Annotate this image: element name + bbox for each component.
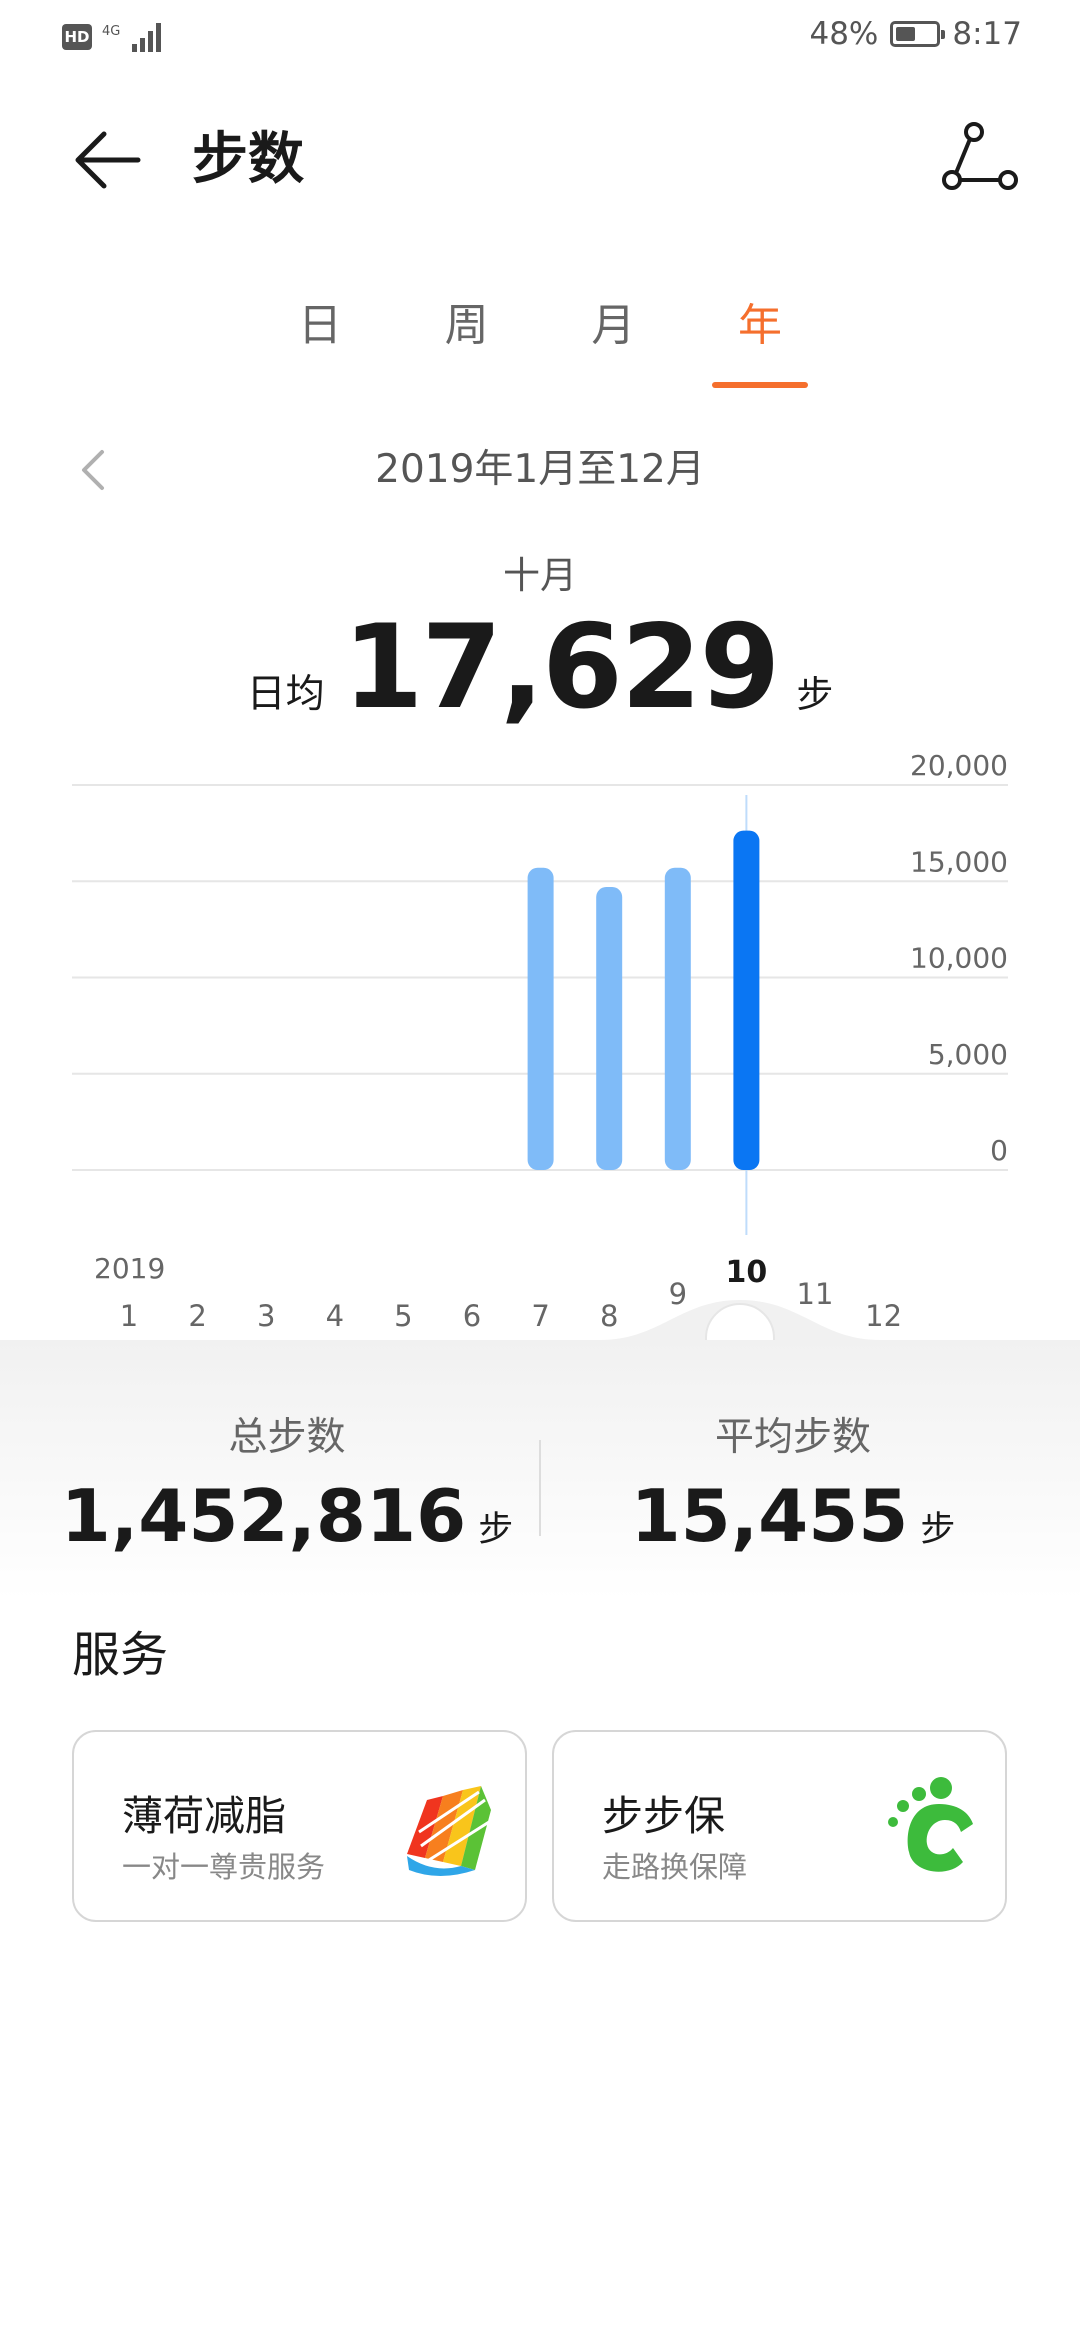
status-bar: HD 4G 48% 8:17 — [0, 0, 1080, 80]
x-tick-label: 6 — [463, 1299, 481, 1333]
back-button[interactable] — [70, 120, 150, 200]
chart-bar — [596, 887, 623, 1170]
service-card-subtitle: 一对一尊贵服务 — [122, 1850, 326, 1884]
year-label: 2019 — [94, 1252, 165, 1285]
daily-average-unit: 步 — [796, 673, 834, 716]
tab-week[interactable]: 周 — [417, 290, 517, 380]
battery-icon — [890, 21, 946, 47]
x-tick-label: 10 — [726, 1255, 768, 1290]
arrow-left-icon — [75, 131, 141, 189]
route-share-icon — [942, 122, 1018, 190]
average-steps-unit: 步 — [920, 1510, 956, 1550]
green-footprint-icon — [888, 1777, 973, 1872]
total-steps: 总步数 1,452,816 步 — [37, 1410, 537, 1558]
route-button[interactable] — [940, 120, 1020, 200]
tab-year[interactable]: 年 — [710, 290, 810, 388]
x-tick-label: 8 — [600, 1299, 618, 1333]
x-tick-label: 12 — [865, 1299, 902, 1333]
x-tick-label: 11 — [797, 1277, 834, 1311]
x-tick-label: 2 — [188, 1299, 206, 1333]
period-tabs: 日 周 月 年 — [270, 290, 810, 388]
y-tick-label: 10,000 — [910, 942, 1008, 975]
service-card-title: 薄荷减脂 — [122, 1792, 286, 1840]
total-steps-unit: 步 — [478, 1510, 514, 1550]
battery-percent: 48% — [809, 16, 879, 52]
chart-bar — [664, 867, 691, 1170]
total-steps-value: 1,452,816 — [60, 1474, 467, 1558]
chevron-left-icon — [82, 450, 104, 490]
x-tick-label: 1 — [120, 1299, 138, 1333]
period-range: 2019年1月至12月 — [375, 447, 705, 492]
page-title: 步数 — [192, 127, 304, 192]
average-steps-value: 15,455 — [630, 1474, 909, 1558]
chart-bar — [527, 867, 554, 1170]
previous-period-button[interactable] — [70, 440, 120, 500]
x-tick-label: 7 — [531, 1299, 549, 1333]
average-steps: 平均步数 15,455 步 — [543, 1410, 1043, 1558]
x-tick-label: 5 — [394, 1299, 412, 1333]
stats-divider — [539, 1440, 541, 1536]
tab-month[interactable]: 月 — [563, 290, 663, 380]
clock: 8:17 — [952, 16, 1022, 52]
service-card-bohe[interactable]: 薄荷减脂 一对一尊贵服务 — [72, 1730, 527, 1922]
daily-average: 日均 17,629 步 — [0, 600, 1080, 735]
y-tick-label: 15,000 — [910, 845, 1008, 878]
service-card-bububao[interactable]: 步步保 走路换保障 — [552, 1730, 1007, 1922]
service-card-subtitle: 走路换保障 — [602, 1850, 748, 1884]
x-tick-label: 9 — [669, 1277, 687, 1311]
average-steps-label: 平均步数 — [714, 1415, 871, 1460]
network-type: 4G — [102, 23, 121, 39]
hd-icon: HD — [62, 24, 92, 50]
daily-average-value: 17,629 — [342, 600, 781, 735]
daily-average-prefix: 日均 — [246, 672, 325, 717]
battery-fill — [896, 27, 915, 41]
tab-day[interactable]: 日 — [270, 290, 370, 380]
signal-icon — [132, 23, 162, 52]
y-tick-label: 5,000 — [928, 1038, 1008, 1071]
stats-panel: 总步数 1,452,816 步 平均步数 15,455 步 — [0, 1340, 1080, 1600]
status-right: 48% 8:17 — [809, 16, 1022, 52]
service-card-title: 步步保 — [602, 1792, 725, 1840]
total-steps-label: 总步数 — [228, 1415, 346, 1460]
y-tick-label: 0 — [990, 1134, 1008, 1167]
status-left: HD 4G — [62, 20, 166, 54]
selected-month: 十月 — [503, 554, 577, 597]
x-tick-label: 3 — [257, 1299, 275, 1333]
x-tick-label: 4 — [326, 1299, 344, 1333]
services-title: 服务 — [72, 1627, 169, 1683]
rainbow-leaf-icon — [407, 1786, 491, 1876]
y-tick-label: 20,000 — [910, 749, 1008, 782]
steps-bar-chart[interactable]: 05,00010,00015,00020,00020191 2 3 4 5 6 7 89101… — [0, 740, 1080, 1340]
chart-bar — [733, 830, 760, 1170]
